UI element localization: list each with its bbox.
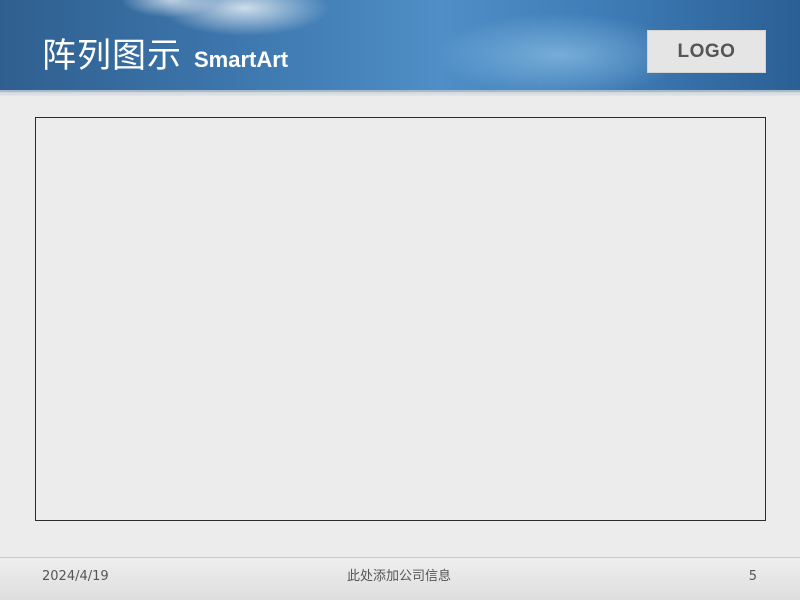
slide-footer: 2024/4/19 此处添加公司信息 5 (0, 557, 800, 600)
slide-subtitle: SmartArt (194, 47, 289, 72)
footer-company-info: 此处添加公司信息 (347, 569, 452, 584)
slide-header-banner: 阵列图示 SmartArt LOGO (0, 0, 800, 92)
presentation-slide: 阵列图示 SmartArt LOGO 2024/4/19 此处添加公司信息 5 (0, 0, 800, 600)
content-frame (35, 117, 766, 521)
slide-title: 阵列图示 (42, 36, 182, 76)
header-divider (0, 92, 800, 96)
logo-text: LOGO (677, 40, 736, 62)
logo-box: LOGO (647, 30, 766, 73)
footer-date: 2024/4/19 (42, 569, 109, 584)
footer-page-number: 5 (748, 569, 757, 584)
title-group: 阵列图示 SmartArt (42, 34, 288, 78)
